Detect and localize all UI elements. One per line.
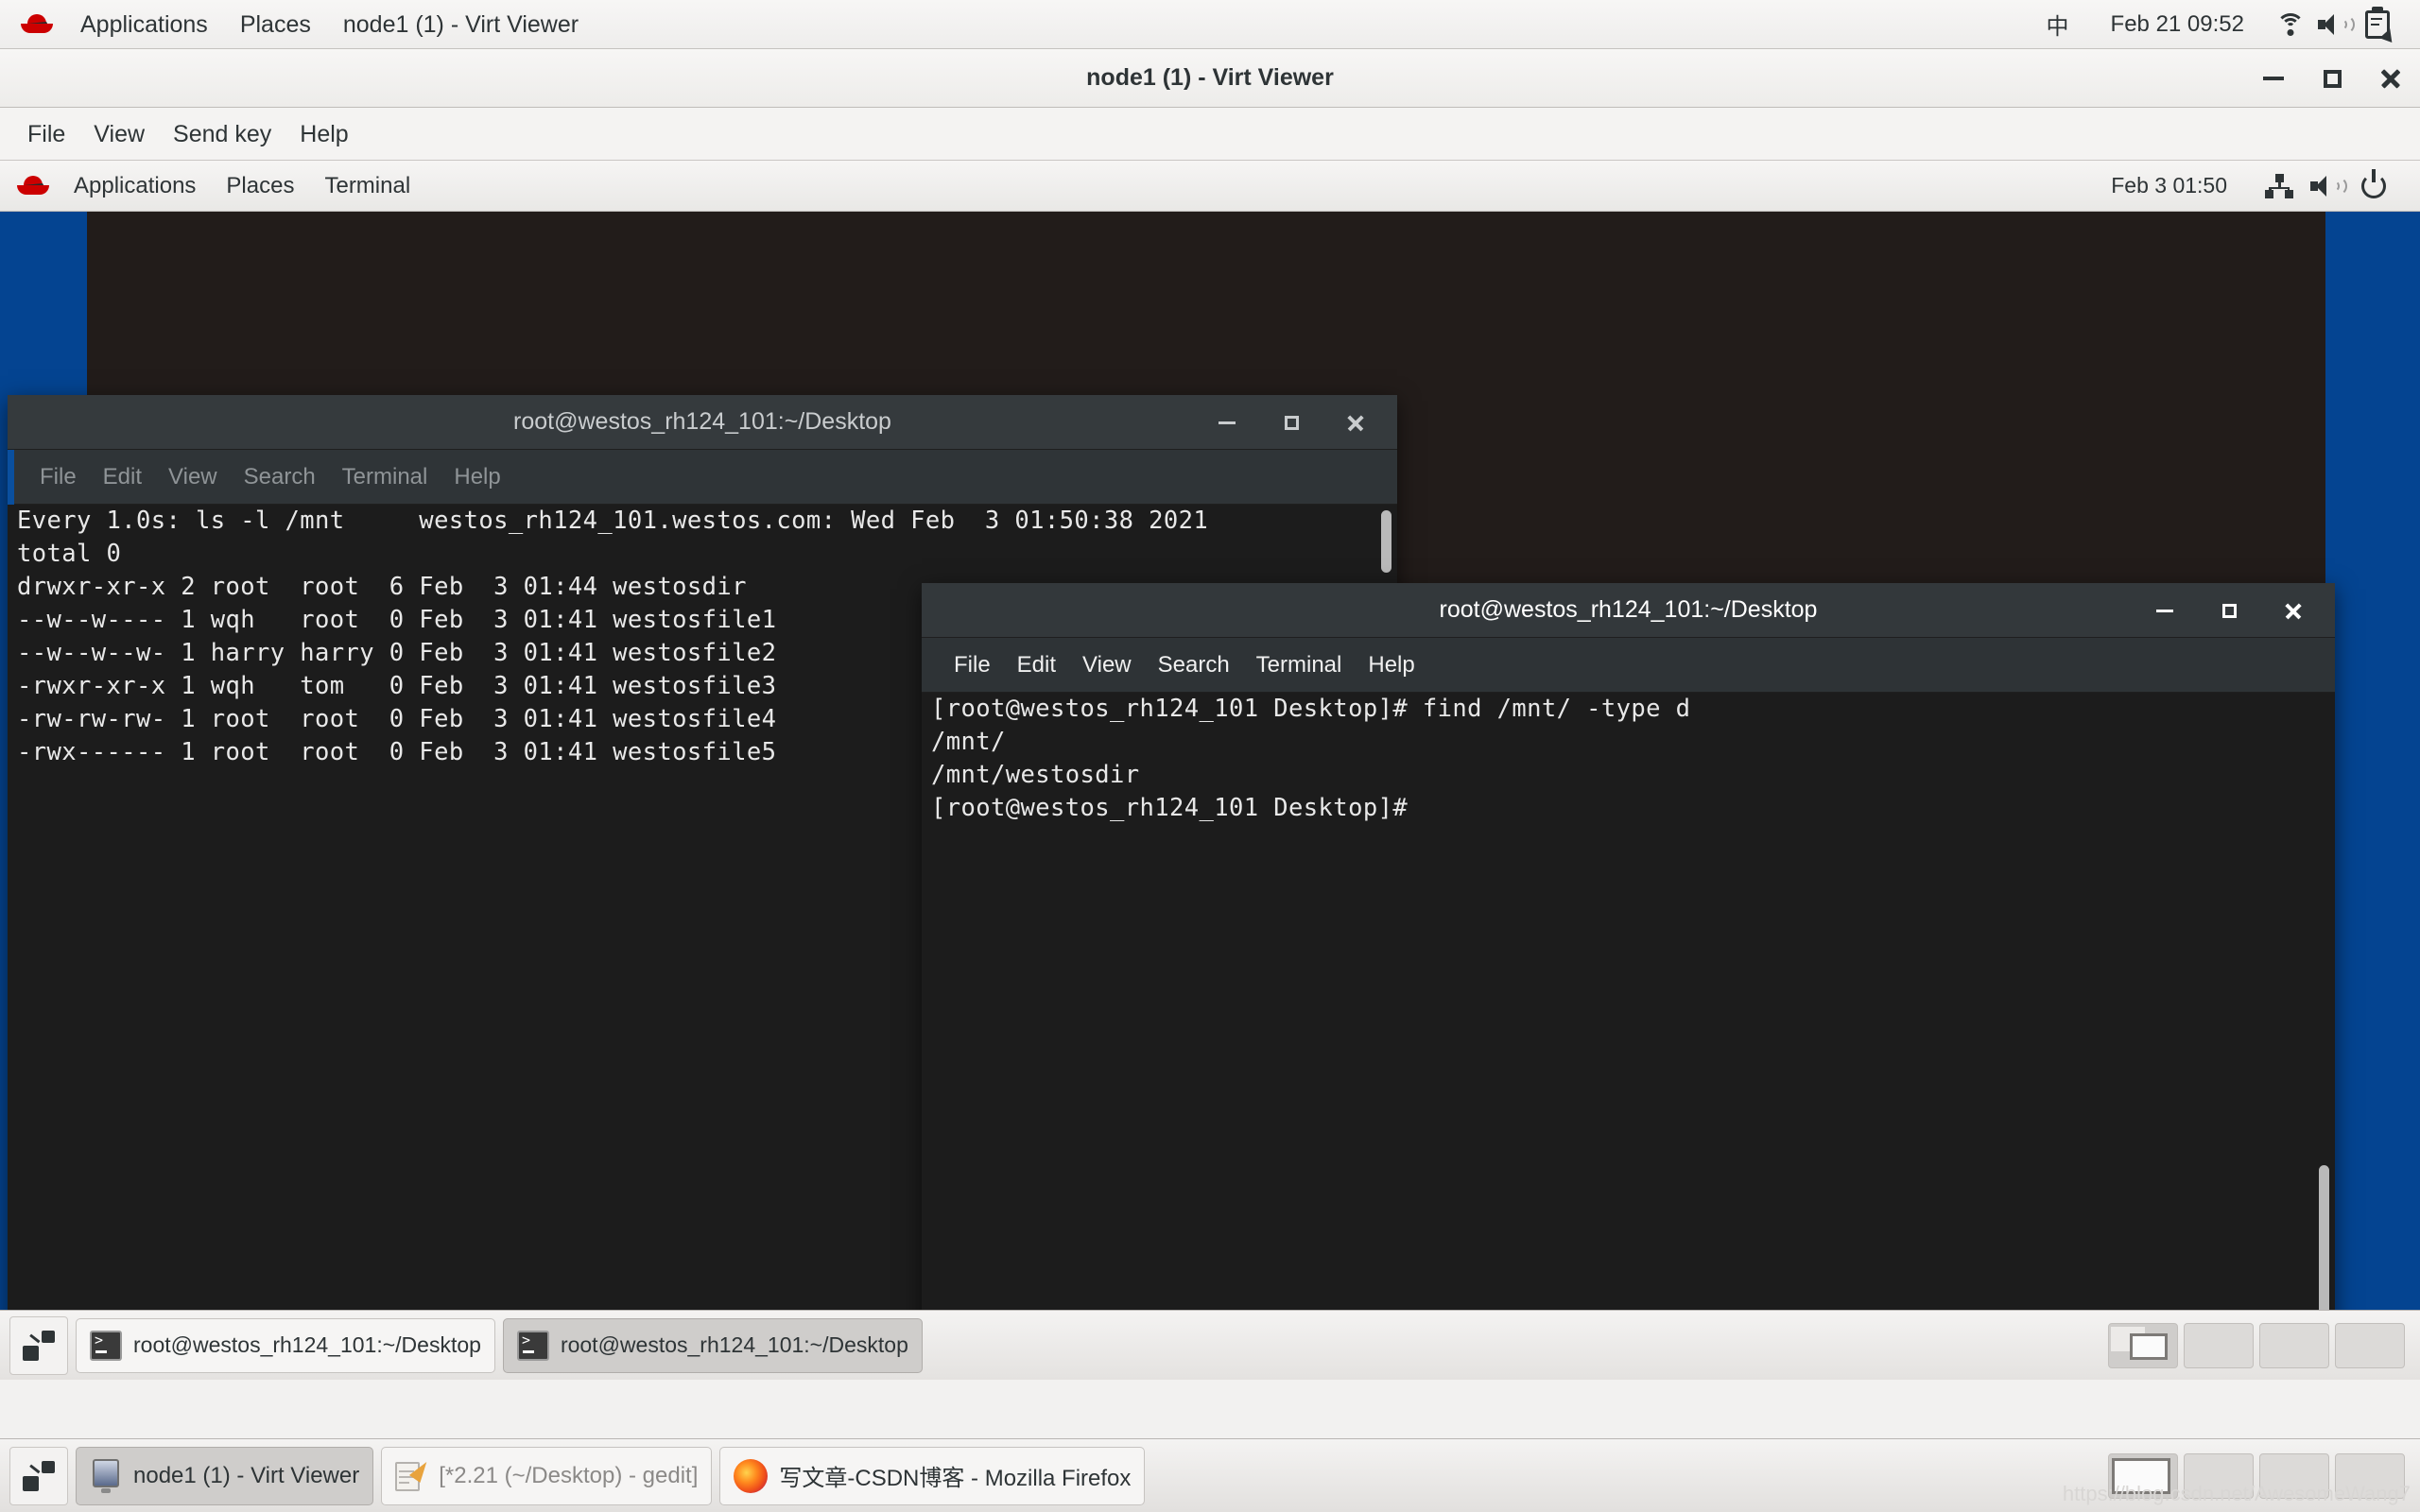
close-button[interactable] [2261, 583, 2325, 638]
terminal-line: Every 1.0s: ls -l /mnt westos_rh124_101.… [17, 507, 1209, 535]
host-clock[interactable]: Feb 21 09:52 [2086, 11, 2269, 38]
workspace-4[interactable] [2335, 1322, 2405, 1368]
terminal-front-output[interactable]: [root@westos_rh124_101 Desktop]# find /m… [922, 693, 2335, 1380]
taskbar-item-terminal-1[interactable]: root@westos_rh124_101:~/Desktop [76, 1317, 495, 1373]
host-top-panel: Applications Places node1 (1) - Virt Vie… [0, 0, 2420, 49]
terminal-back-scrollbar[interactable] [1381, 510, 1392, 573]
menu-edit[interactable]: Edit [90, 450, 155, 505]
taskbar-item-label: root@westos_rh124_101:~/Desktop [560, 1332, 908, 1357]
terminal-icon [90, 1330, 122, 1361]
virt-viewer-window-controls [2244, 49, 2420, 108]
close-button[interactable] [2361, 49, 2420, 108]
gedit-icon [395, 1457, 433, 1493]
terminal-window-front[interactable]: root@westos_rh124_101:~/Desktop File Edi… [922, 583, 2335, 1380]
guest-desktop: Applications Places Terminal Feb 3 01:50… [0, 161, 2420, 1380]
menu-help[interactable]: Help [1355, 638, 1427, 693]
minimize-button[interactable] [1195, 395, 1259, 450]
menu-file[interactable]: File [941, 638, 1004, 693]
power-icon[interactable] [2350, 161, 2397, 212]
guest-places-menu[interactable]: Places [211, 161, 309, 212]
host-taskbar: node1 (1) - Virt Viewer [*2.21 (~/Deskto… [0, 1438, 2420, 1512]
menu-help[interactable]: Help [285, 108, 362, 161]
host-places-menu[interactable]: Places [224, 0, 327, 49]
taskbar-item-label: 写文章-CSDN博客 - Mozilla Firefox [779, 1466, 1132, 1491]
input-method-indicator[interactable]: 中 [2030, 8, 2086, 41]
redhat-logo-icon[interactable] [17, 174, 49, 198]
maximize-button[interactable] [2303, 49, 2361, 108]
terminal-back-controls [1195, 395, 1388, 450]
taskbar-item-label: [*2.21 (~/Desktop) - gedit] [439, 1462, 699, 1488]
maximize-button[interactable] [1259, 395, 1323, 450]
taskbar-item-virt-viewer[interactable]: node1 (1) - Virt Viewer [76, 1446, 374, 1505]
guest-clock[interactable]: Feb 3 01:50 [2111, 173, 2256, 198]
guest-taskbar: root@westos_rh124_101:~/Desktop root@wes… [0, 1310, 2420, 1380]
terminal-line: [root@westos_rh124_101 Desktop]# find /m… [931, 695, 1691, 723]
terminal-front-controls [2133, 583, 2325, 638]
taskbar-item-label: node1 (1) - Virt Viewer [133, 1462, 360, 1488]
terminal-line: /mnt/westosdir [931, 761, 1140, 789]
show-desktop-icon[interactable] [9, 1446, 68, 1505]
menu-search[interactable]: Search [231, 450, 329, 505]
host-active-window-title[interactable]: node1 (1) - Virt Viewer [327, 0, 595, 49]
terminal-line: total 0 [17, 540, 122, 568]
workspace-1[interactable] [2108, 1322, 2178, 1368]
minimize-button[interactable] [2244, 49, 2303, 108]
terminal-back-menubar: File Edit View Search Terminal Help [8, 450, 1397, 505]
menu-help[interactable]: Help [441, 450, 513, 505]
guest-terminal-menu[interactable]: Terminal [309, 161, 425, 212]
desktop-background-right [2325, 212, 2420, 1380]
virt-viewer-menubar: File View Send key Help [0, 108, 2420, 161]
show-desktop-icon[interactable] [9, 1315, 68, 1375]
virt-viewer-icon [90, 1458, 122, 1493]
volume-icon[interactable] [2303, 161, 2350, 212]
taskbar-item-gedit[interactable]: [*2.21 (~/Desktop) - gedit] [381, 1446, 713, 1505]
menu-view[interactable]: View [155, 450, 231, 505]
guest-top-panel: Applications Places Terminal Feb 3 01:50 [0, 161, 2420, 212]
watermark: https://blog.csdn.net/AwesomeWang7 [2062, 1482, 2411, 1505]
redhat-logo-icon[interactable] [21, 12, 53, 37]
terminal-line: [root@westos_rh124_101 Desktop]# [931, 794, 1409, 822]
menu-file[interactable]: File [26, 450, 90, 505]
volume-icon[interactable] [2312, 0, 2356, 49]
close-button[interactable] [1323, 395, 1388, 450]
terminal-back-titlebar[interactable]: root@westos_rh124_101:~/Desktop [8, 395, 1397, 450]
menu-terminal[interactable]: Terminal [329, 450, 441, 505]
terminal-back-title: root@westos_rh124_101:~/Desktop [513, 408, 891, 435]
taskbar-item-terminal-2[interactable]: root@westos_rh124_101:~/Desktop [502, 1317, 923, 1373]
minimize-button[interactable] [2133, 583, 2197, 638]
menu-file[interactable]: File [13, 108, 79, 161]
guest-applications-menu[interactable]: Applications [59, 161, 211, 212]
battery-icon[interactable] [2356, 0, 2399, 49]
wifi-icon[interactable] [2269, 0, 2312, 49]
taskbar-item-label: root@westos_rh124_101:~/Desktop [133, 1332, 481, 1357]
maximize-button[interactable] [2197, 583, 2261, 638]
menu-terminal[interactable]: Terminal [1243, 638, 1356, 693]
taskbar-item-firefox[interactable]: 写文章-CSDN博客 - Mozilla Firefox [719, 1446, 1146, 1505]
terminal-front-title: root@westos_rh124_101:~/Desktop [1439, 596, 1818, 623]
network-icon[interactable] [2256, 161, 2303, 212]
menu-view[interactable]: View [79, 108, 159, 161]
menu-view[interactable]: View [1069, 638, 1145, 693]
host-panel-tray: 中 Feb 21 09:52 [2030, 0, 2420, 49]
virt-viewer-title: node1 (1) - Virt Viewer [1086, 64, 1334, 91]
virt-viewer-titlebar[interactable]: node1 (1) - Virt Viewer [0, 49, 2420, 108]
guest-workspace-switcher [2102, 1322, 2420, 1368]
guest-panel-tray: Feb 3 01:50 [2111, 161, 2420, 212]
workspace-3[interactable] [2259, 1322, 2329, 1368]
terminal-icon [516, 1330, 549, 1361]
screen: Applications Places node1 (1) - Virt Vie… [0, 0, 2420, 1512]
menu-edit[interactable]: Edit [1004, 638, 1069, 693]
host-applications-menu[interactable]: Applications [64, 0, 224, 49]
terminal-front-menubar: File Edit View Search Terminal Help [922, 638, 2335, 693]
menu-search[interactable]: Search [1145, 638, 1243, 693]
workspace-2[interactable] [2184, 1322, 2254, 1368]
terminal-front-titlebar[interactable]: root@westos_rh124_101:~/Desktop [922, 583, 2335, 638]
terminal-line: /mnt/ [931, 728, 1006, 756]
menu-send-key[interactable]: Send key [159, 108, 285, 161]
firefox-icon [734, 1458, 769, 1493]
